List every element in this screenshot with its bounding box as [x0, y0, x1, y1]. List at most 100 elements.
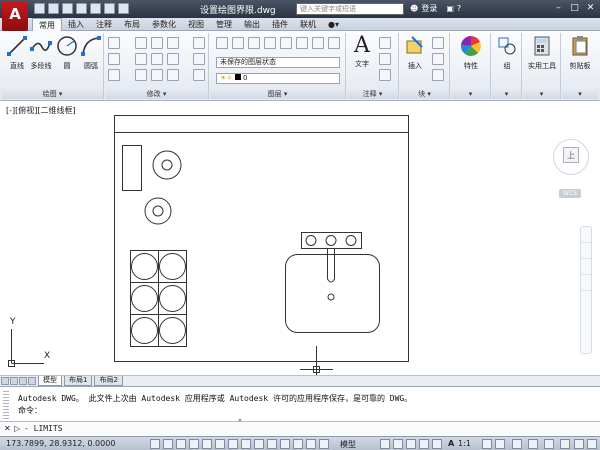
- quick-properties-icon[interactable]: [306, 439, 316, 449]
- table-icon[interactable]: [379, 69, 391, 81]
- create-block-icon[interactable]: [432, 37, 444, 49]
- exchange-icon[interactable]: ▣: [446, 4, 454, 13]
- next-layout-icon[interactable]: [19, 377, 27, 385]
- scale-icon[interactable]: [151, 69, 163, 81]
- tab-parametric[interactable]: 参数化: [146, 18, 182, 31]
- layer-state-icon[interactable]: [232, 37, 244, 49]
- layout-tab-model[interactable]: 模型: [38, 376, 62, 386]
- rectangle-icon[interactable]: [108, 37, 120, 49]
- command-input[interactable]: - LIMITS: [24, 424, 63, 433]
- fillet-icon[interactable]: [167, 53, 179, 65]
- coordinate-readout[interactable]: 173.7899, 28.9312, 0.0000: [6, 439, 115, 448]
- tab-view[interactable]: 视图: [182, 18, 210, 31]
- edit-block-icon[interactable]: [432, 53, 444, 65]
- object-snap-icon[interactable]: [215, 439, 225, 449]
- move-icon[interactable]: [135, 37, 147, 49]
- tab-online[interactable]: 联机: [294, 18, 322, 31]
- tab-layout[interactable]: 布局: [118, 18, 146, 31]
- stretch-icon[interactable]: [135, 69, 147, 81]
- current-layer-select[interactable]: ☀☼ 0: [216, 73, 340, 84]
- command-close-icon[interactable]: ✕: [4, 424, 11, 433]
- layer-properties-icon[interactable]: [216, 37, 228, 49]
- login-area[interactable]: ☻ 登录 ▣ ?: [410, 3, 461, 14]
- utilities-tool[interactable]: 实用工具: [525, 35, 559, 71]
- offset-icon[interactable]: [193, 69, 205, 81]
- dimension-icon[interactable]: [379, 37, 391, 49]
- utilities-panel-expander[interactable]: ▾: [523, 89, 560, 99]
- plot-icon[interactable]: [90, 3, 101, 14]
- selection-cycling-icon[interactable]: [319, 439, 329, 449]
- maximize-button[interactable]: □: [568, 2, 581, 14]
- draw-panel-label[interactable]: 绘图 ▾: [2, 89, 103, 99]
- layout-tab-layout1[interactable]: 布局1: [64, 376, 93, 386]
- dynamic-input-icon[interactable]: [267, 439, 277, 449]
- zoom-icon[interactable]: [581, 259, 591, 275]
- properties-panel-expander[interactable]: ▾: [451, 89, 490, 99]
- pan-icon[interactable]: [581, 243, 591, 259]
- tab-home[interactable]: 常用: [32, 18, 62, 31]
- viewcube-top-face[interactable]: 上: [563, 147, 579, 163]
- steering-wheel-status-icon[interactable]: [432, 439, 442, 449]
- layer-lock-icon[interactable]: [312, 37, 324, 49]
- prev-layout-icon[interactable]: [10, 377, 18, 385]
- object-snap-tracking-icon[interactable]: [241, 439, 251, 449]
- transparency-icon[interactable]: [293, 439, 303, 449]
- orbit-icon[interactable]: [581, 275, 591, 291]
- open-file-icon[interactable]: [48, 3, 59, 14]
- snap-mode-icon[interactable]: [163, 439, 173, 449]
- polar-tracking-icon[interactable]: [202, 439, 212, 449]
- save-icon[interactable]: [62, 3, 73, 14]
- layer-match-icon[interactable]: [328, 37, 340, 49]
- tab-manage[interactable]: 管理: [210, 18, 238, 31]
- clipboard-panel-expander[interactable]: ▾: [562, 89, 598, 99]
- infer-constraints-icon[interactable]: [150, 439, 160, 449]
- group-tool[interactable]: 组: [494, 35, 520, 71]
- tab-annotate[interactable]: 注释: [90, 18, 118, 31]
- layers-panel-label[interactable]: 图层 ▾: [210, 89, 345, 99]
- lock-ui-icon[interactable]: [528, 439, 538, 449]
- block-panel-label[interactable]: 块 ▾: [400, 89, 449, 99]
- save-as-icon[interactable]: [76, 3, 87, 14]
- annotation-scale-value[interactable]: 1:1: [458, 439, 471, 448]
- arc-tool[interactable]: 圆弧: [78, 35, 104, 71]
- annotation-scale-icon[interactable]: A: [448, 439, 454, 448]
- hardware-acceleration-icon[interactable]: [544, 439, 554, 449]
- layer-off-icon[interactable]: [296, 37, 308, 49]
- pan-status-icon[interactable]: [406, 439, 416, 449]
- clipboard-tool[interactable]: 剪贴板: [564, 35, 596, 71]
- array-icon[interactable]: [167, 69, 179, 81]
- application-menu-button[interactable]: A: [2, 1, 28, 31]
- trim-icon[interactable]: [167, 37, 179, 49]
- showmotion-icon[interactable]: [581, 291, 591, 307]
- line-tool[interactable]: 直线: [4, 35, 30, 71]
- command-window-grip[interactable]: [3, 391, 9, 419]
- layer-state-select[interactable]: 未保存的图层状态: [216, 57, 340, 68]
- properties-tool[interactable]: 特性: [457, 35, 485, 71]
- circle-tool[interactable]: 圆: [54, 35, 80, 71]
- redo-icon[interactable]: [118, 3, 129, 14]
- ribbon-minimize-icon[interactable]: ●▾: [322, 18, 345, 31]
- viewcube[interactable]: 上: [553, 137, 589, 181]
- hatch-icon[interactable]: [108, 53, 120, 65]
- layer-unisolate-icon[interactable]: [264, 37, 276, 49]
- status-menu-icon[interactable]: [574, 439, 584, 449]
- rotate-icon[interactable]: [151, 37, 163, 49]
- steering-wheel-icon[interactable]: [581, 227, 591, 243]
- text-tool[interactable]: A 文字: [349, 35, 375, 69]
- search-input[interactable]: 键入关键字或短语: [296, 3, 404, 15]
- copy-icon[interactable]: [135, 53, 147, 65]
- help-icon[interactable]: ?: [457, 4, 461, 13]
- clean-screen-icon[interactable]: [587, 439, 597, 449]
- auto-scale-icon[interactable]: [495, 439, 505, 449]
- quick-view-layouts-icon[interactable]: [380, 439, 390, 449]
- last-layout-icon[interactable]: [28, 377, 36, 385]
- 3d-object-snap-icon[interactable]: [228, 439, 238, 449]
- insert-tool[interactable]: 插入: [402, 35, 428, 71]
- close-button[interactable]: ✕: [584, 2, 597, 14]
- command-line[interactable]: ✕ ▷ - LIMITS: [0, 421, 600, 436]
- tab-insert[interactable]: 插入: [62, 18, 90, 31]
- new-file-icon[interactable]: [34, 3, 45, 14]
- drawing-area[interactable]: [-][俯视][二维线框] Y X 上 WCS: [0, 101, 600, 375]
- layout-tab-layout2[interactable]: 布局2: [94, 376, 123, 386]
- grid-display-icon[interactable]: [176, 439, 186, 449]
